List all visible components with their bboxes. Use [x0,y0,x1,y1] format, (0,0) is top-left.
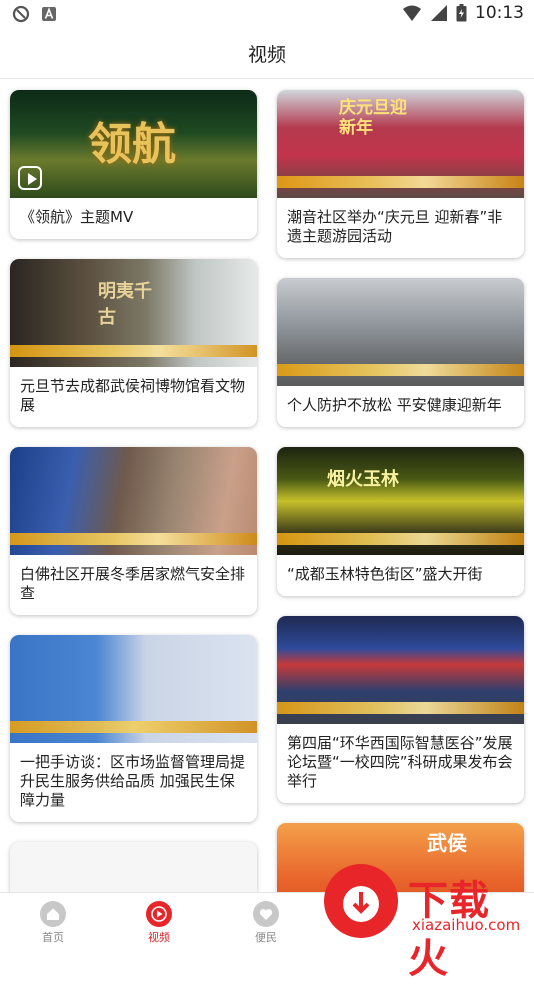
video-feed[interactable]: 领航 《领航》主题MV 明夷千古 元旦节去成都武侯祠博物馆看文物展 白佛社区开展… [0,80,534,893]
thumbnail-caption: 明夷千古 [98,281,152,328]
feed-column-left: 领航 《领航》主题MV 明夷千古 元旦节去成都武侯祠博物馆看文物展 白佛社区开展… [10,90,257,893]
header: 视频 [0,28,534,79]
thumbnail-caption: 武侯 [427,831,467,855]
video-card[interactable]: 一把手访谈：区市场监督管理局提升民生服务供给品质 加强民生保障力量 [10,635,257,822]
video-title: 《领航》主题MV [20,208,134,226]
tab-label: 视频 [148,931,170,944]
watermark-url: xiazaihuo.com [412,916,521,934]
video-card[interactable]: 明夷千古 元旦节去成都武侯祠博物馆看文物展 [10,259,257,427]
video-title: 潮音社区举办“庆元旦 迎新春”非遗主题游园活动 [287,208,503,245]
video-thumbnail[interactable]: 明夷千古 [10,259,257,367]
video-thumbnail[interactable]: 庆元旦迎新年 [277,90,524,198]
video-title: “成都玉林特色街区”盛大开街 [287,565,483,583]
tab-services[interactable]: 便民 [226,893,306,950]
battery-icon [456,4,467,22]
video-title: 元旦节去成都武侯祠博物馆看文物展 [20,377,246,414]
video-thumbnail[interactable]: 烟火玉林 [277,447,524,555]
video-icon [146,901,172,927]
play-icon[interactable] [18,166,42,190]
video-title: 白佛社区开展冬季居家燃气安全排查 [20,565,246,602]
tab-label: 便民 [255,931,277,944]
home-icon [40,901,66,927]
sync-icon [12,5,30,23]
signal-icon [431,5,447,21]
tab-label: 首页 [42,931,64,944]
video-thumbnail[interactable] [277,278,524,386]
video-card[interactable]: 第四届“环华西国际智慧医谷”发展论坛暨“一校四院”科研成果发布会举行 [277,616,524,803]
thumbnail-caption: 烟火玉林 [327,469,399,490]
status-bar: 10:13 [0,0,534,28]
video-card[interactable]: 烟火玉林 “成都玉林特色街区”盛大开街 [277,447,524,596]
font-a-icon [42,7,56,21]
status-time: 10:13 [475,3,524,23]
page-title: 视频 [247,44,286,66]
video-title: 个人防护不放松 平安健康迎新年 [287,396,502,414]
video-card[interactable]: 白佛社区开展冬季居家燃气安全排查 [10,447,257,615]
video-thumbnail[interactable] [10,447,257,555]
heart-icon [253,901,279,927]
tab-video[interactable]: 视频 [119,893,199,950]
video-thumbnail[interactable] [277,616,524,724]
feed-column-right: 庆元旦迎新年 潮音社区举办“庆元旦 迎新春”非遗主题游园活动 个人防护不放松 平… [277,90,524,893]
video-card[interactable]: 领航 《领航》主题MV [10,90,257,239]
video-title: 第四届“环华西国际智慧医谷”发展论坛暨“一校四院”科研成果发布会举行 [287,734,513,790]
thumbnail-caption: 庆元旦迎新年 [339,98,407,138]
watermark: 下载火 xiazaihuo.com [316,862,526,982]
video-thumbnail[interactable] [10,635,257,743]
watermark-logo-icon [324,864,398,938]
thumbnail-caption: 领航 [88,119,176,170]
wifi-icon [403,5,421,21]
video-title: 一把手访谈：区市场监督管理局提升民生服务供给品质 加强民生保障力量 [20,753,246,809]
video-card[interactable]: 庆元旦迎新年 潮音社区举办“庆元旦 迎新春”非遗主题游园活动 [277,90,524,258]
tab-home[interactable]: 首页 [13,893,93,950]
video-card[interactable] [10,842,257,893]
video-card[interactable]: 个人防护不放松 平安健康迎新年 [277,278,524,427]
video-thumbnail[interactable]: 领航 [10,90,257,198]
